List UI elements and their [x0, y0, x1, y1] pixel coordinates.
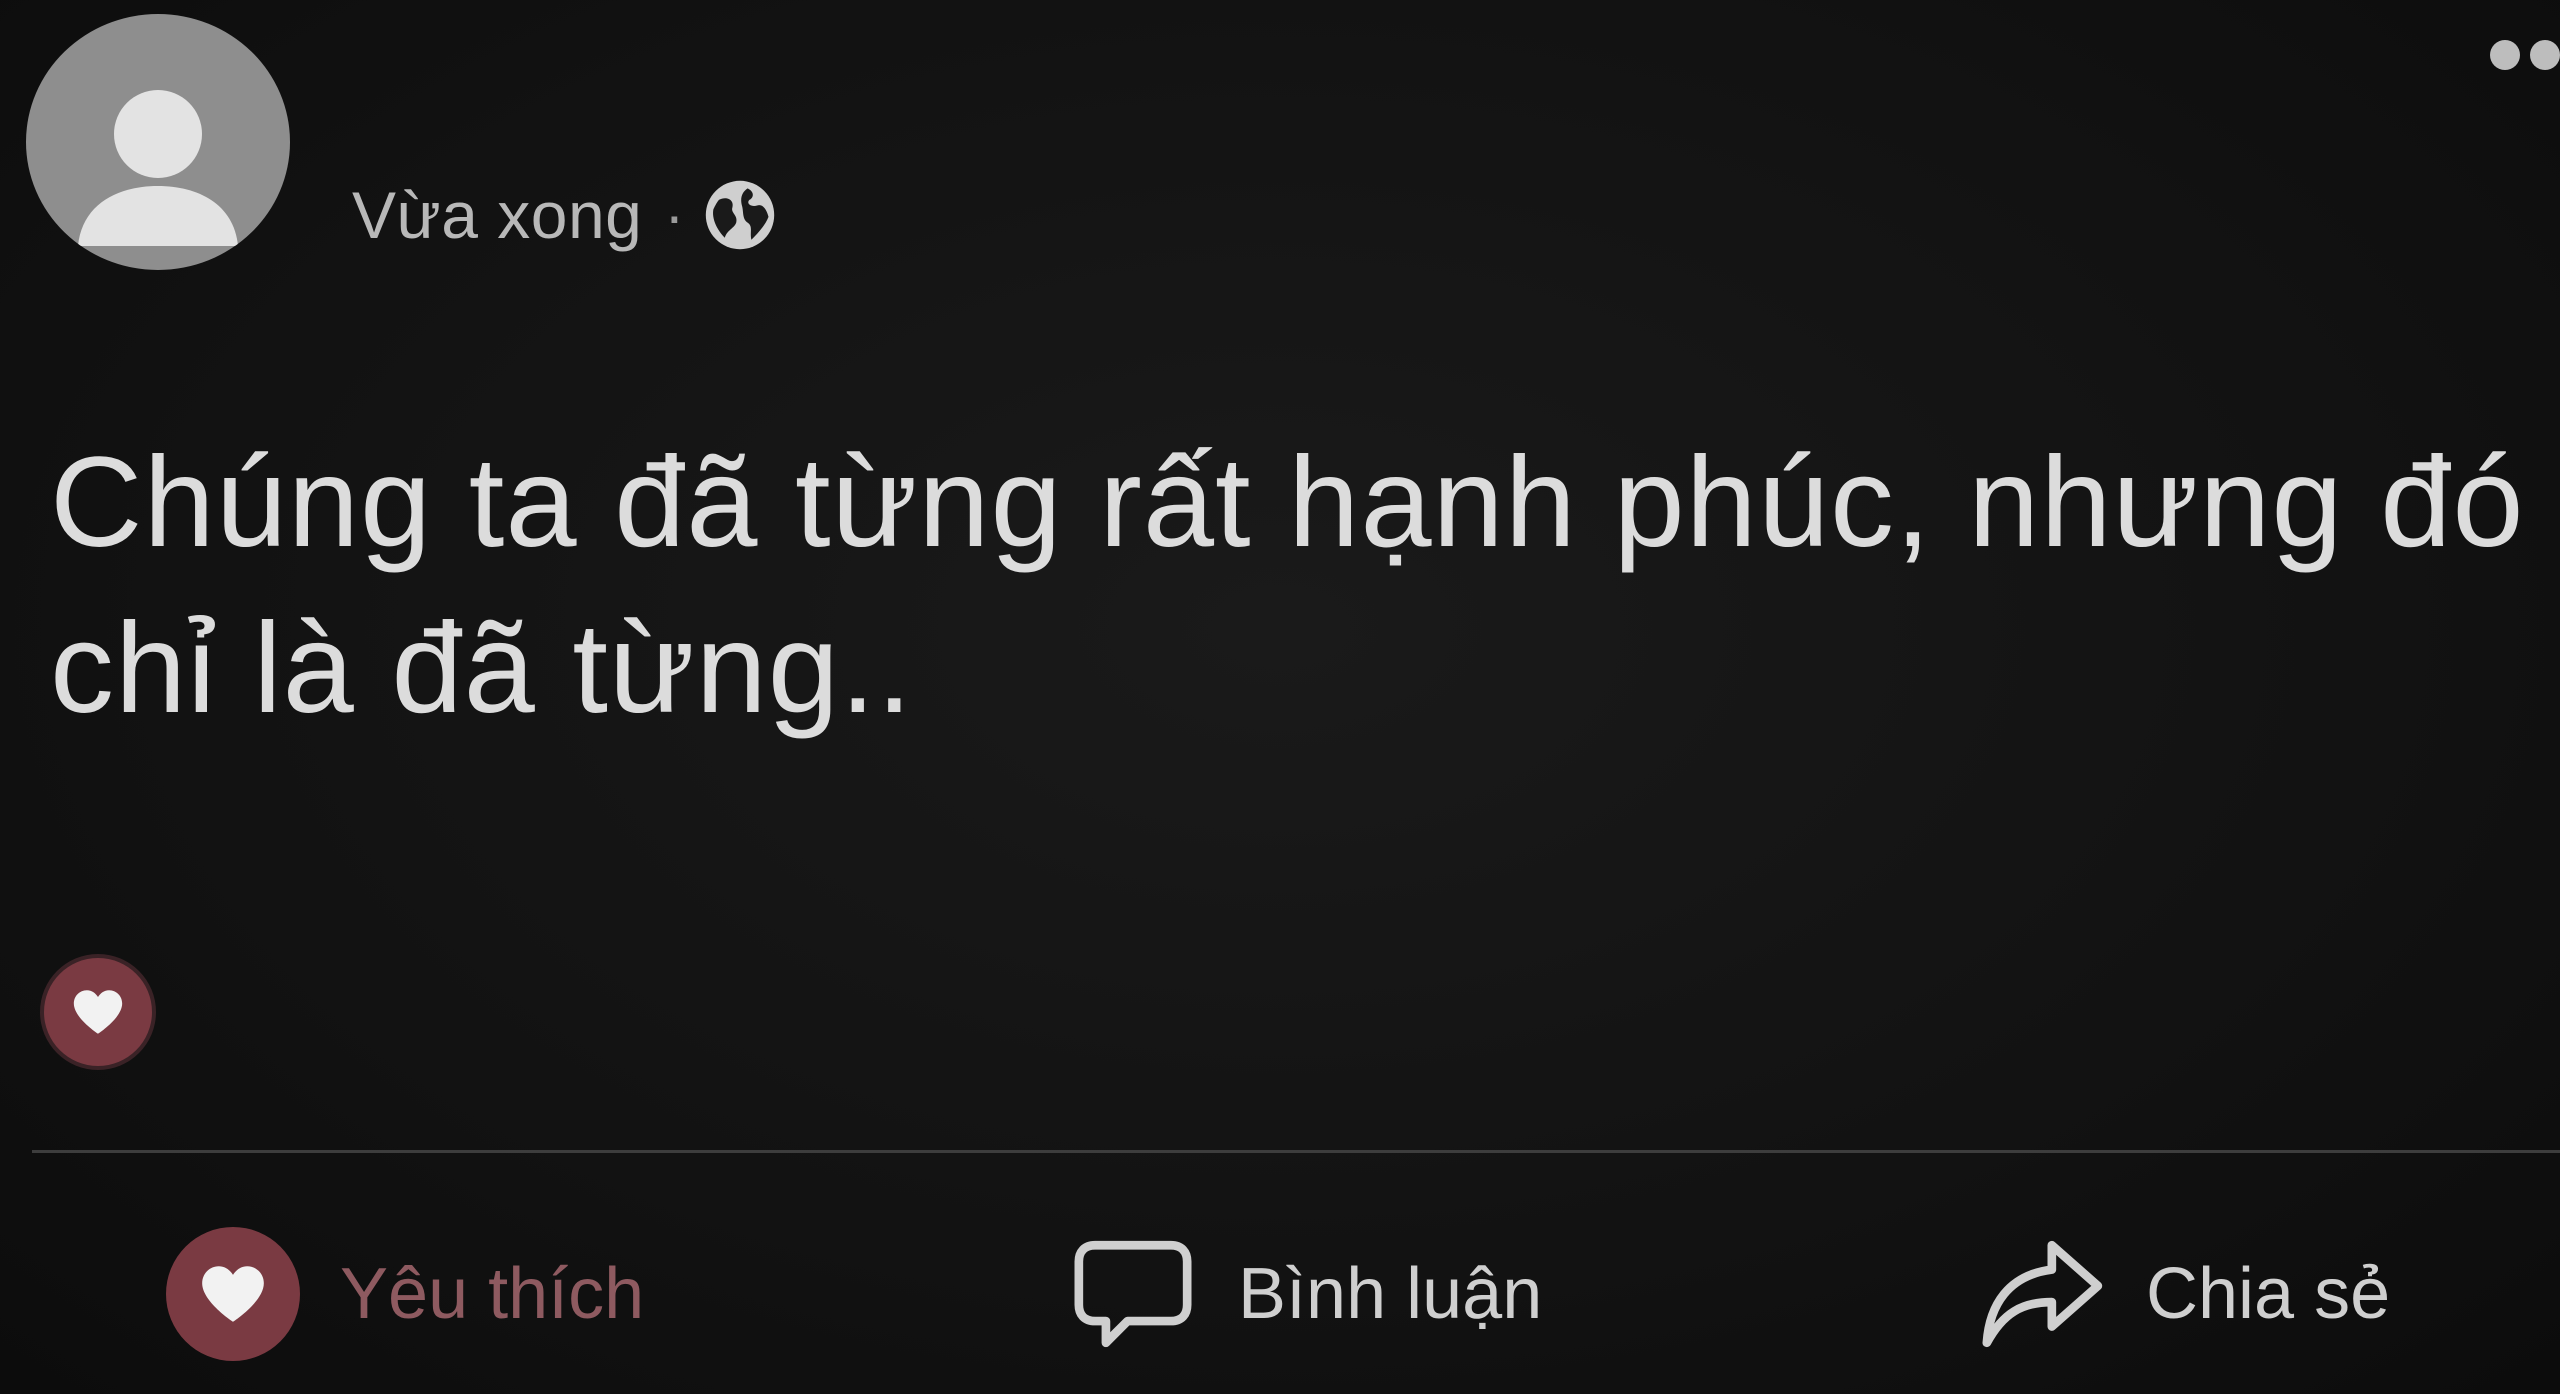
- globe-icon[interactable]: [702, 177, 778, 253]
- dot-icon: [2530, 40, 2560, 70]
- comment-label: Bình luận: [1238, 1254, 1543, 1334]
- heart-icon: [73, 990, 123, 1034]
- post-text: Chúng ta đã từng rất hạnh phúc, nhưng đó…: [50, 431, 2525, 740]
- share-arrow-icon: [1982, 1240, 2103, 1348]
- post-card: Vừa xong · Chúng ta đã từng rất hạnh phú…: [0, 0, 2560, 1394]
- comment-icon: [1074, 1240, 1192, 1348]
- divider: [32, 1150, 2560, 1153]
- like-button[interactable]: Yêu thích: [166, 1226, 644, 1362]
- share-label: Chia sẻ: [2146, 1254, 2391, 1334]
- heart-icon: [166, 1227, 300, 1361]
- post-time[interactable]: Vừa xong: [352, 177, 642, 253]
- more-options-button[interactable]: [2490, 40, 2560, 70]
- share-button[interactable]: Chia sẻ: [1976, 1226, 2390, 1362]
- post-meta: Vừa xong ·: [352, 170, 778, 260]
- avatar[interactable]: [26, 14, 290, 270]
- default-avatar-icon: [78, 90, 238, 246]
- meta-separator: ·: [664, 181, 685, 249]
- comment-button[interactable]: Bình luận: [1068, 1226, 1542, 1362]
- reaction-summary[interactable]: [44, 958, 152, 1066]
- like-label: Yêu thích: [340, 1254, 645, 1334]
- dot-icon: [2490, 40, 2520, 70]
